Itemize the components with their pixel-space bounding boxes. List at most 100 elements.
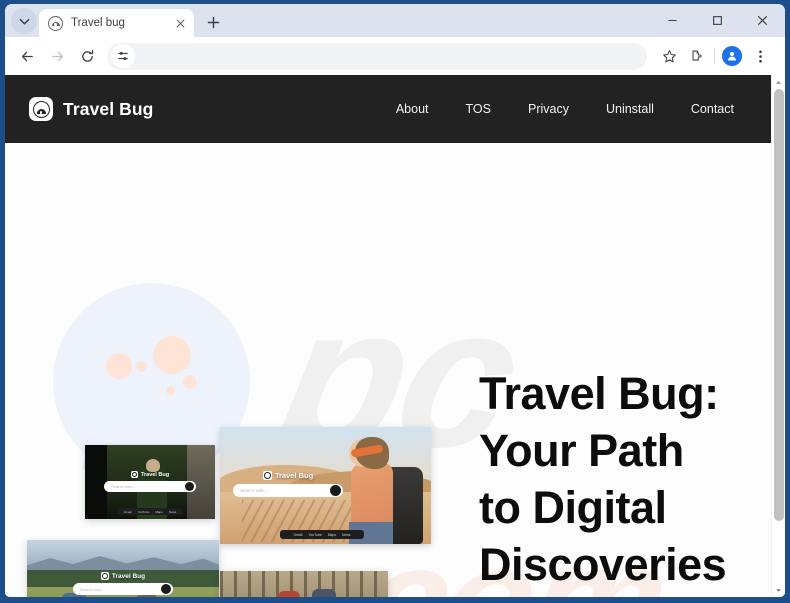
profile-button[interactable] (718, 42, 746, 70)
site-brand[interactable]: Travel Bug (29, 97, 153, 121)
forward-arrow-icon (51, 51, 63, 61)
minimize-button[interactable] (650, 4, 695, 37)
chevron-down-icon (19, 18, 29, 25)
back-arrow-icon (21, 51, 33, 61)
overlay-search-button[interactable] (185, 482, 194, 491)
scrollbar-track[interactable] (771, 89, 785, 583)
bookmark-button[interactable] (655, 42, 683, 70)
travel-bug-logo-icon (262, 471, 272, 480)
browser-window: Travel bug Travel Bug About TOS Privacy … (0, 0, 790, 603)
address-bar[interactable] (107, 42, 647, 70)
extensions-button[interactable] (683, 42, 711, 70)
autumn-trail-hikers-screenshot[interactable]: Travel Bug Search web... Gmail YouTube (220, 571, 388, 597)
overlay-widget: Travel Bug Search web... (27, 572, 219, 595)
overlay-quick-links[interactable]: Gmail YouTube Maps News (280, 530, 364, 539)
headline-line-1: Travel Bug: (479, 368, 719, 419)
overlay-search-input[interactable]: Search web... (104, 481, 196, 492)
tab-title: Travel bug (71, 17, 125, 29)
overlay-brand-name: Travel Bug (140, 471, 170, 478)
nav-item-uninstall[interactable]: Uninstall (606, 102, 654, 116)
minimize-icon (668, 19, 677, 22)
site-nav: About TOS Privacy Uninstall Contact (396, 102, 734, 116)
overlay-link-gmail[interactable]: Gmail (124, 510, 132, 514)
travel-bug-logo-icon (130, 471, 138, 478)
browser-tab[interactable]: Travel bug (39, 9, 194, 37)
tab-strip: Travel bug (5, 4, 785, 37)
reload-icon (81, 49, 93, 62)
maximize-icon (713, 16, 722, 25)
overlay-brand-name: Travel Bug (111, 572, 146, 580)
overlay-quick-links[interactable]: Gmail YouTube Maps News (117, 508, 183, 515)
travel-bug-favicon (48, 15, 63, 31)
forest-hiker-screenshot[interactable]: Travel Bug Search web... Gmail YouTube M… (85, 445, 215, 519)
toolbar-divider (714, 48, 715, 64)
person-glyph (728, 51, 736, 61)
web-page: Travel Bug About TOS Privacy Uninstall C… (5, 75, 771, 597)
site-header: Travel Bug About TOS Privacy Uninstall C… (5, 75, 771, 143)
browser-toolbar (5, 37, 785, 75)
overlay-link-gmail[interactable]: Gmail (294, 533, 303, 537)
headline-line-2: Your Path (479, 425, 684, 476)
overlay-search-button[interactable] (330, 485, 341, 496)
hero-copy: Travel Bug: Your Path to Digital Discove… (479, 365, 769, 597)
nav-item-tos[interactable]: TOS (466, 102, 491, 116)
travel-bug-logo-icon (100, 572, 109, 580)
browser-menu-button[interactable] (746, 42, 774, 70)
overlay-widget: Travel Bug Search web... (85, 471, 215, 492)
page-scrollbar[interactable] (771, 75, 785, 597)
tab-search-button[interactable] (11, 8, 37, 34)
overlay-link-youtube[interactable]: YouTube (138, 510, 150, 514)
sliders-glyph (118, 51, 128, 61)
overlay-brand-name: Travel Bug (274, 471, 314, 480)
nav-item-contact[interactable]: Contact (691, 102, 734, 116)
overlay-search-placeholder: Search web... (111, 484, 136, 489)
overlay-link-maps[interactable]: Maps (155, 510, 162, 514)
back-button[interactable] (13, 42, 41, 70)
overlay-search-placeholder: Search web... (80, 586, 105, 592)
extensions-puzzle-icon (691, 50, 702, 61)
close-icon (758, 16, 767, 25)
overlay-brand: Travel Bug (100, 572, 146, 580)
hero-section: pc com (5, 143, 771, 597)
browser-chrome: Travel bug Travel Bug About TOS Privacy … (5, 4, 785, 597)
desert-traveler-screenshot[interactable]: Travel Bug Search web... Gmail YouTube M… (220, 427, 431, 544)
close-icon (176, 19, 184, 27)
tab-close-button[interactable] (172, 15, 188, 31)
overlay-search-input[interactable]: Search web... (233, 484, 343, 497)
toolbar-actions (655, 42, 776, 70)
window-controls (650, 4, 785, 37)
reload-button[interactable] (73, 42, 101, 70)
overlay-search-button[interactable] (161, 584, 171, 594)
page-viewport: Travel Bug About TOS Privacy Uninstall C… (5, 75, 785, 597)
forward-button[interactable] (43, 42, 71, 70)
scrollbar-thumb[interactable] (773, 89, 784, 521)
scroll-up-button[interactable] (772, 75, 786, 89)
overlay-widget: Travel Bug Search web... (220, 471, 356, 497)
window-close-button[interactable] (740, 4, 785, 37)
three-dot-menu-icon (758, 50, 762, 62)
page-title: Travel Bug: Your Path to Digital Discove… (479, 365, 769, 593)
new-tab-button[interactable] (200, 9, 226, 35)
scroll-up-arrow (776, 80, 781, 84)
scroll-down-button[interactable] (772, 583, 786, 597)
overlay-brand: Travel Bug (262, 471, 314, 480)
headline-line-4: Discoveries (479, 539, 727, 590)
overlay-search-input[interactable]: Search web... (73, 583, 173, 595)
nav-item-privacy[interactable]: Privacy (528, 102, 569, 116)
overlay-search-placeholder: Search web... (240, 488, 268, 493)
nav-item-about[interactable]: About (396, 102, 429, 116)
overlay-link-news[interactable]: News (342, 533, 350, 537)
travel-bug-logo-icon (29, 97, 53, 121)
overlay-link-maps[interactable]: Maps (328, 533, 336, 537)
tune-sliders-icon[interactable] (111, 44, 135, 68)
headline-line-3: to Digital (479, 482, 667, 533)
scroll-down-arrow (776, 588, 781, 592)
overlay-link-news[interactable]: News (169, 510, 177, 514)
mountain-meadow-hikers-screenshot[interactable]: Travel Bug Search web... Gmail YouTube (27, 540, 219, 597)
plus-icon (207, 16, 219, 28)
star-icon (662, 49, 676, 62)
maximize-button[interactable] (695, 4, 740, 37)
brand-name: Travel Bug (63, 98, 154, 119)
profile-avatar-icon (722, 46, 742, 66)
overlay-link-youtube[interactable]: YouTube (308, 533, 321, 537)
